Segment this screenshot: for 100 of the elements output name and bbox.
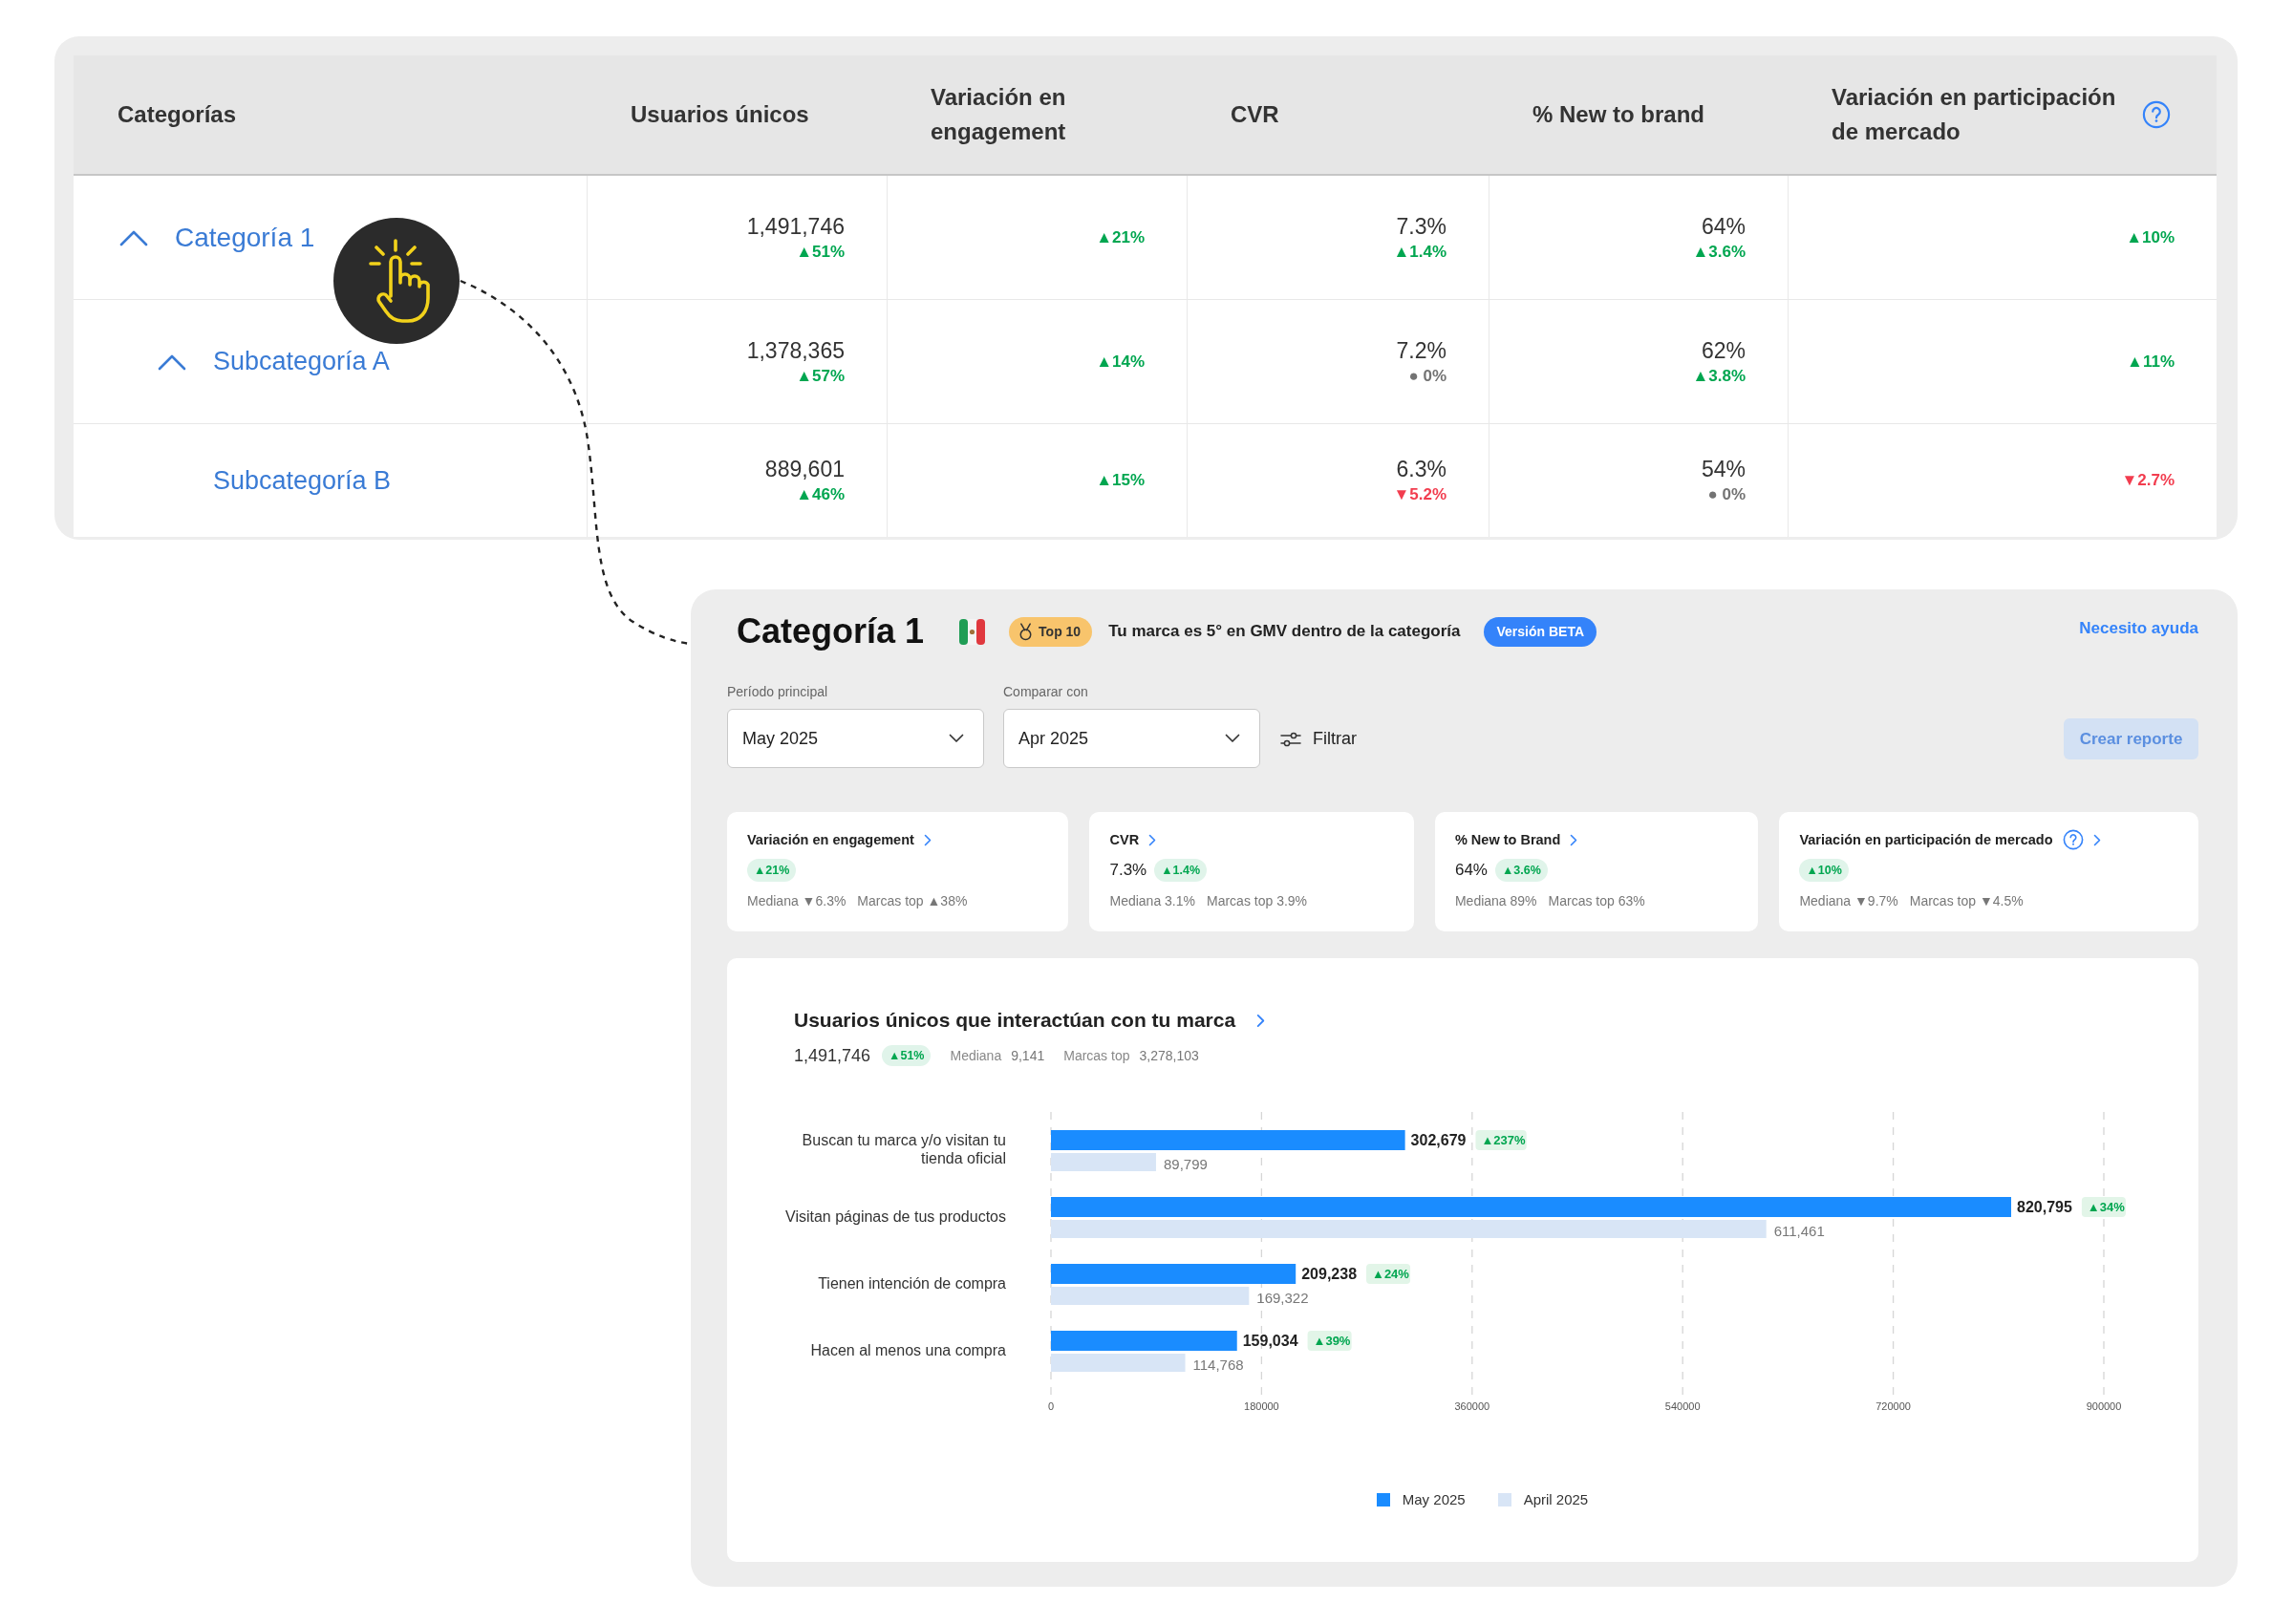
chevron-up-icon[interactable] (158, 353, 186, 371)
change-value: ▲3.6% (1692, 241, 1746, 263)
change-value: ▲10% (2126, 226, 2175, 248)
category-link[interactable]: Subcategoría B (213, 465, 392, 496)
category-label: Tienen intención de compra (818, 1273, 1006, 1293)
flag-icon (959, 618, 986, 645)
change-value: ▼2.7% (2121, 470, 2175, 491)
axis-tick-label: 360000 (1454, 1400, 1490, 1412)
stat-value: 3,278,103 (1139, 1048, 1199, 1063)
field-label: Período principal (727, 683, 829, 700)
change-value: ▲15% (1096, 470, 1145, 491)
change-tag: ▲21% (747, 859, 797, 882)
chevron-right-icon[interactable] (2092, 833, 2101, 846)
column-header: % New to brand (1532, 100, 1704, 129)
change-tag: ▲1.4% (1154, 859, 1208, 882)
panel-title: Categoría 1 (737, 611, 925, 652)
change-tag: ▲10% (1799, 859, 1849, 882)
category-label: Visitan páginas de tus productos (785, 1207, 1006, 1226)
metric-title[interactable]: CVR (1109, 832, 1140, 847)
stat-label: Mediana (950, 1048, 1002, 1063)
cell-value: 7.3% (1396, 212, 1447, 241)
legend-label: May 2025 (1402, 1490, 1466, 1509)
chevron-right-icon[interactable] (1570, 833, 1578, 846)
column-header: Categorías (118, 100, 237, 129)
top-brands-text: Marcas top 3.9% (1207, 892, 1308, 909)
cell-value: 6.3% (1396, 456, 1447, 483)
sliders-icon (1280, 731, 1301, 747)
change-value: ▲21% (1096, 226, 1145, 248)
rank-label: Top 10 (1039, 624, 1082, 639)
chevron-down-icon (1225, 734, 1240, 743)
chart-title: Usuarios únicos que interactúan con tu marca (794, 1009, 1236, 1032)
bar-value-label: 169,322 (1256, 1290, 1309, 1306)
bar-value-label: 159,034 (1242, 1333, 1298, 1349)
metric-title[interactable]: % New to Brand (1454, 832, 1561, 847)
cell-value: 1,491,746 (746, 212, 845, 241)
annotation: ▲237% (1481, 1133, 1526, 1147)
category-label: Hacen al menos una compra (810, 1340, 1006, 1359)
column-header: Variación en participación de mercado (1832, 83, 2117, 146)
chevron-right-icon[interactable] (923, 833, 932, 846)
cell-value: 7.2% (1396, 336, 1447, 365)
change-tag: ▲237% (1475, 1130, 1527, 1150)
metric-value: 64% (1454, 861, 1488, 880)
axis-tick-label: 720000 (1875, 1400, 1911, 1412)
top-brands-text: Marcas top 63% (1548, 892, 1645, 909)
column-header: Variación en engagement (931, 83, 1067, 146)
metric-title[interactable]: Variación en engagement (747, 832, 914, 847)
annotation: ▲39% (1313, 1334, 1351, 1348)
top-brands-text: Marcas top ▼4.5% (1909, 892, 2024, 909)
total-value: 1,491,746 (794, 1045, 871, 1066)
change-value: ▼5.2% (1393, 484, 1447, 505)
axis-tick-label: 900000 (2086, 1400, 2122, 1412)
ranking-text: Tu marca es 5° en GMV dentro de la categoría (1108, 622, 1461, 641)
change-tag: ▲24% (1366, 1264, 1411, 1284)
chevron-up-icon[interactable] (119, 228, 148, 246)
chevron-right-icon[interactable] (1256, 1013, 1266, 1028)
bar-value-label: 820,795 (2017, 1199, 2072, 1215)
change-tag: ▲51% (882, 1045, 932, 1066)
beta-badge: Versión BETA (1484, 616, 1597, 647)
median-text: Mediana 3.1% (1109, 892, 1195, 909)
field-label: Comparar con (1003, 683, 1089, 700)
tap-gesture-icon (333, 218, 460, 344)
column-header: Usuarios únicos (631, 100, 809, 129)
annotation: ▲24% (1372, 1267, 1410, 1281)
metric-value: 7.3% (1109, 861, 1147, 880)
change-value: ▲1.4% (1393, 241, 1447, 263)
bar-value-label: 302,679 (1410, 1132, 1467, 1148)
change-value: ▲46% (796, 484, 845, 505)
category-label: Buscan tu marca y/o visitan tu tienda oficial (801, 1131, 1006, 1167)
column-header: CVR (1231, 100, 1279, 129)
chevron-right-icon[interactable] (1148, 833, 1157, 846)
change-tag: ▲39% (1307, 1331, 1352, 1351)
bar-value-label: 89,799 (1163, 1156, 1208, 1172)
change-value: ▲51% (796, 241, 845, 263)
filter-button[interactable]: Filtrar (1280, 729, 1357, 749)
help-icon[interactable] (2142, 100, 2171, 129)
change-tag: ▲34% (2081, 1197, 2126, 1217)
metric-title[interactable]: Variación en participación de mercado (1799, 832, 2053, 847)
median-text: Mediana ▼6.3% (747, 892, 846, 909)
top-brands-text: Marcas top ▲38% (857, 892, 968, 909)
month-dropdown[interactable]: May 2025 (727, 709, 984, 768)
cell-value: 64% (1701, 212, 1746, 241)
median-text: Mediana 89% (1454, 892, 1537, 909)
change-value: ▲14% (1096, 351, 1145, 373)
change-value: ● 0% (1707, 484, 1746, 505)
stat-label: Marcas top (1063, 1048, 1130, 1063)
month-dropdown[interactable]: Apr 2025 (1003, 709, 1260, 768)
cell-value: 54% (1701, 456, 1746, 483)
bar-value-label: 114,768 (1192, 1357, 1244, 1373)
axis-tick-label: 540000 (1664, 1400, 1701, 1412)
change-value: ▲3.8% (1692, 365, 1746, 387)
change-value: ▲57% (796, 365, 845, 387)
chevron-down-icon (949, 734, 964, 743)
category-link[interactable]: Subcategoría A (213, 347, 390, 376)
medal-icon (1018, 622, 1034, 641)
category-link[interactable]: Categoría 1 (175, 222, 315, 253)
help-icon[interactable] (2062, 829, 2084, 850)
annotation: ▲34% (2087, 1200, 2126, 1214)
cell-value: 1,378,365 (746, 336, 845, 365)
axis-tick-label: 180000 (1244, 1400, 1279, 1412)
change-tag: ▲3.6% (1494, 859, 1548, 882)
